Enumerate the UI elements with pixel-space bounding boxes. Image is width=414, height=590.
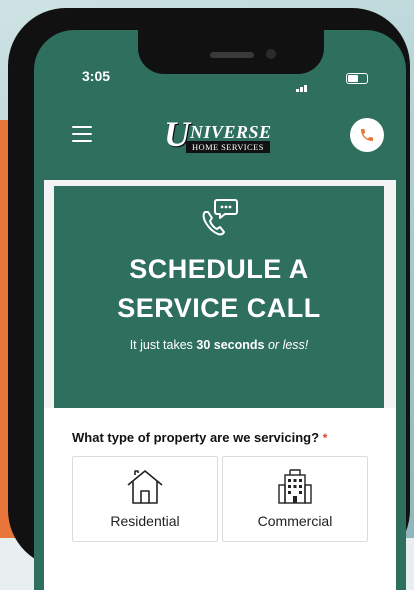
phone-icon — [361, 129, 373, 141]
hero-title-line2: SERVICE CALL — [117, 293, 321, 323]
speaker — [210, 52, 254, 58]
option-commercial[interactable]: Commercial — [222, 456, 368, 542]
property-type-question: What type of property are we servicing? … — [72, 430, 327, 445]
logo-subtitle: HOME SERVICES — [186, 141, 270, 153]
building-icon — [278, 469, 312, 504]
hamburger-menu-icon[interactable] — [72, 126, 92, 142]
phone-screen: 3:05 U NIVERSE HOME SERVICES SCHEDULE A … — [34, 30, 406, 590]
schedule-hero-banner: SCHEDULE A SERVICE CALL It just takes 30… — [54, 186, 384, 408]
option-residential-label: Residential — [110, 513, 180, 529]
universe-logo[interactable]: U NIVERSE HOME SERVICES — [164, 116, 314, 156]
phone-frame: 3:05 U NIVERSE HOME SERVICES SCHEDULE A … — [8, 8, 410, 590]
logo-wordmark: NIVERSE — [190, 122, 272, 142]
battery-icon — [346, 73, 368, 84]
hero-subtitle: It just takes 30 seconds or less! — [54, 338, 384, 352]
hero-sub-italic: or less! — [267, 338, 309, 352]
property-type-form: What type of property are we servicing? … — [44, 408, 396, 590]
house-icon — [127, 470, 163, 504]
hero-title-line1: SCHEDULE A — [129, 254, 309, 284]
question-text: What type of property are we servicing? — [72, 430, 320, 445]
page-content: SCHEDULE A SERVICE CALL It just takes 30… — [44, 180, 396, 590]
status-time: 3:05 — [82, 68, 111, 84]
phone-notch — [138, 30, 324, 74]
camera — [266, 49, 276, 59]
phone-chat-icon — [202, 199, 238, 236]
hero-sub-prefix: It just takes — [129, 338, 197, 352]
option-commercial-label: Commercial — [257, 513, 333, 529]
call-button[interactable] — [350, 118, 384, 152]
option-residential[interactable]: Residential — [72, 456, 218, 542]
hero-sub-bold: 30 seconds — [196, 338, 265, 352]
required-marker: * — [322, 431, 328, 445]
hero-title: SCHEDULE A SERVICE CALL — [54, 250, 384, 328]
signal-icon — [296, 74, 308, 92]
